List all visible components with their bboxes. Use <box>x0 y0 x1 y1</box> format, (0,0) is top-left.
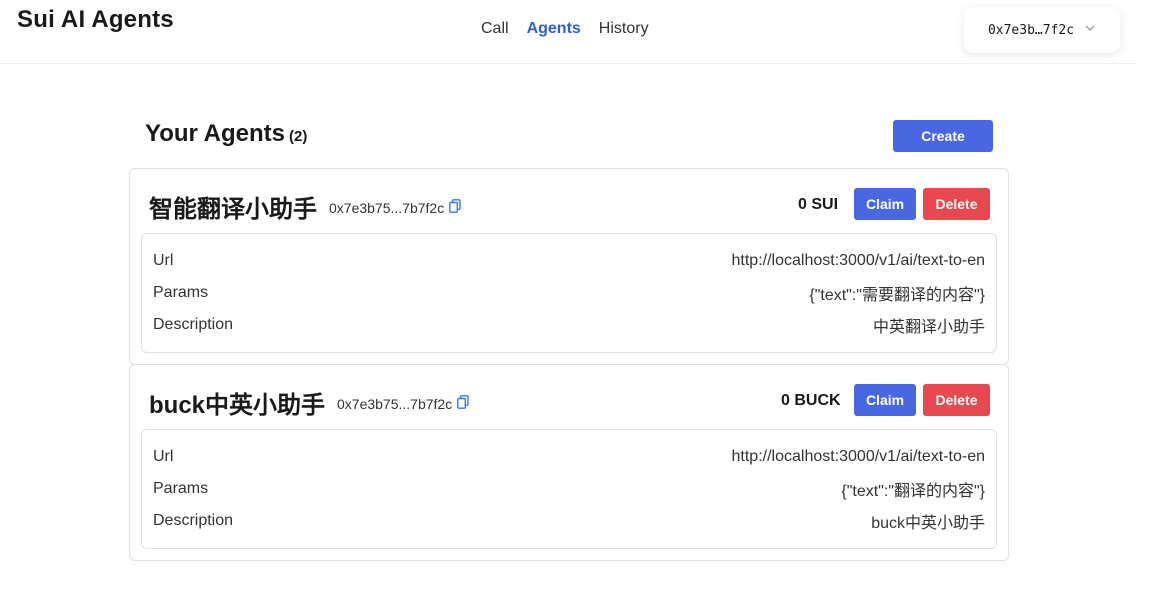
description-value: buck中英小助手 <box>871 515 985 532</box>
top-bar: Sui AI Agents Call Agents History 0x7e3b… <box>0 0 1136 64</box>
agent-balance: 0 BUCK <box>781 392 841 409</box>
agent-address-text: 0x7e3b75...7b7f2c <box>329 199 445 216</box>
agent-address-text: 0x7e3b75...7b7f2c <box>337 395 453 412</box>
tab-call[interactable]: Call <box>481 20 509 38</box>
create-button[interactable]: Create <box>893 120 993 152</box>
agent-card-header: buck中英小助手 0x7e3b75...7b7f2c 0 BUCK Claim… <box>130 365 1008 429</box>
page-title-text: Your Agents <box>145 120 286 147</box>
claim-button[interactable]: Claim <box>854 384 916 416</box>
detail-row-url: Url http://localhost:3000/v1/ai/text-to-… <box>153 441 985 473</box>
agent-name: 智能翻译小助手 <box>149 196 317 223</box>
delete-button[interactable]: Delete <box>923 188 990 220</box>
agent-address: 0x7e3b75...7b7f2c <box>329 199 461 216</box>
url-value: http://localhost:3000/v1/ai/text-to-en <box>731 252 985 269</box>
copy-icon[interactable] <box>449 199 461 216</box>
detail-row-params: Params {"text":"需要翻译的内容"} <box>153 277 985 309</box>
wallet-dropdown[interactable]: 0x7e3b…7f2c <box>964 7 1120 53</box>
params-value: {"text":"翻译的内容"} <box>841 483 985 500</box>
description-value: 中英翻译小助手 <box>872 319 985 336</box>
main-nav: Call Agents History <box>481 20 649 38</box>
params-label: Params <box>153 284 209 301</box>
agent-balance: 0 SUI <box>798 196 839 213</box>
tab-agents[interactable]: Agents <box>527 20 581 38</box>
app-title: Sui AI Agents <box>17 6 174 33</box>
agent-name: buck中英小助手 <box>149 392 326 419</box>
claim-button[interactable]: Claim <box>854 188 916 220</box>
page-title: Your Agents (2) <box>145 120 307 148</box>
copy-icon[interactable] <box>457 395 469 412</box>
delete-button[interactable]: Delete <box>923 384 990 416</box>
agent-card-header: 智能翻译小助手 0x7e3b75...7b7f2c 0 SUI Claim De… <box>130 169 1008 233</box>
detail-row-description: Description buck中英小助手 <box>153 505 985 537</box>
chevron-down-icon <box>1084 22 1096 38</box>
url-value: http://localhost:3000/v1/ai/text-to-en <box>731 448 985 465</box>
agent-card: 智能翻译小助手 0x7e3b75...7b7f2c 0 SUI Claim De… <box>129 168 1009 365</box>
description-label: Description <box>153 316 234 333</box>
description-label: Description <box>153 512 234 529</box>
params-label: Params <box>153 480 209 497</box>
agent-address: 0x7e3b75...7b7f2c <box>337 395 469 412</box>
url-label: Url <box>153 252 174 269</box>
agent-details: Url http://localhost:3000/v1/ai/text-to-… <box>141 429 997 549</box>
agent-card: buck中英小助手 0x7e3b75...7b7f2c 0 BUCK Claim… <box>129 364 1009 561</box>
detail-row-description: Description 中英翻译小助手 <box>153 309 985 341</box>
wallet-address: 0x7e3b…7f2c <box>987 22 1075 38</box>
agent-details: Url http://localhost:3000/v1/ai/text-to-… <box>141 233 997 353</box>
detail-row-url: Url http://localhost:3000/v1/ai/text-to-… <box>153 245 985 277</box>
tab-history[interactable]: History <box>599 20 649 38</box>
detail-row-params: Params {"text":"翻译的内容"} <box>153 473 985 505</box>
agent-count: (2) <box>289 128 308 145</box>
params-value: {"text":"需要翻译的内容"} <box>809 287 985 304</box>
url-label: Url <box>153 448 174 465</box>
